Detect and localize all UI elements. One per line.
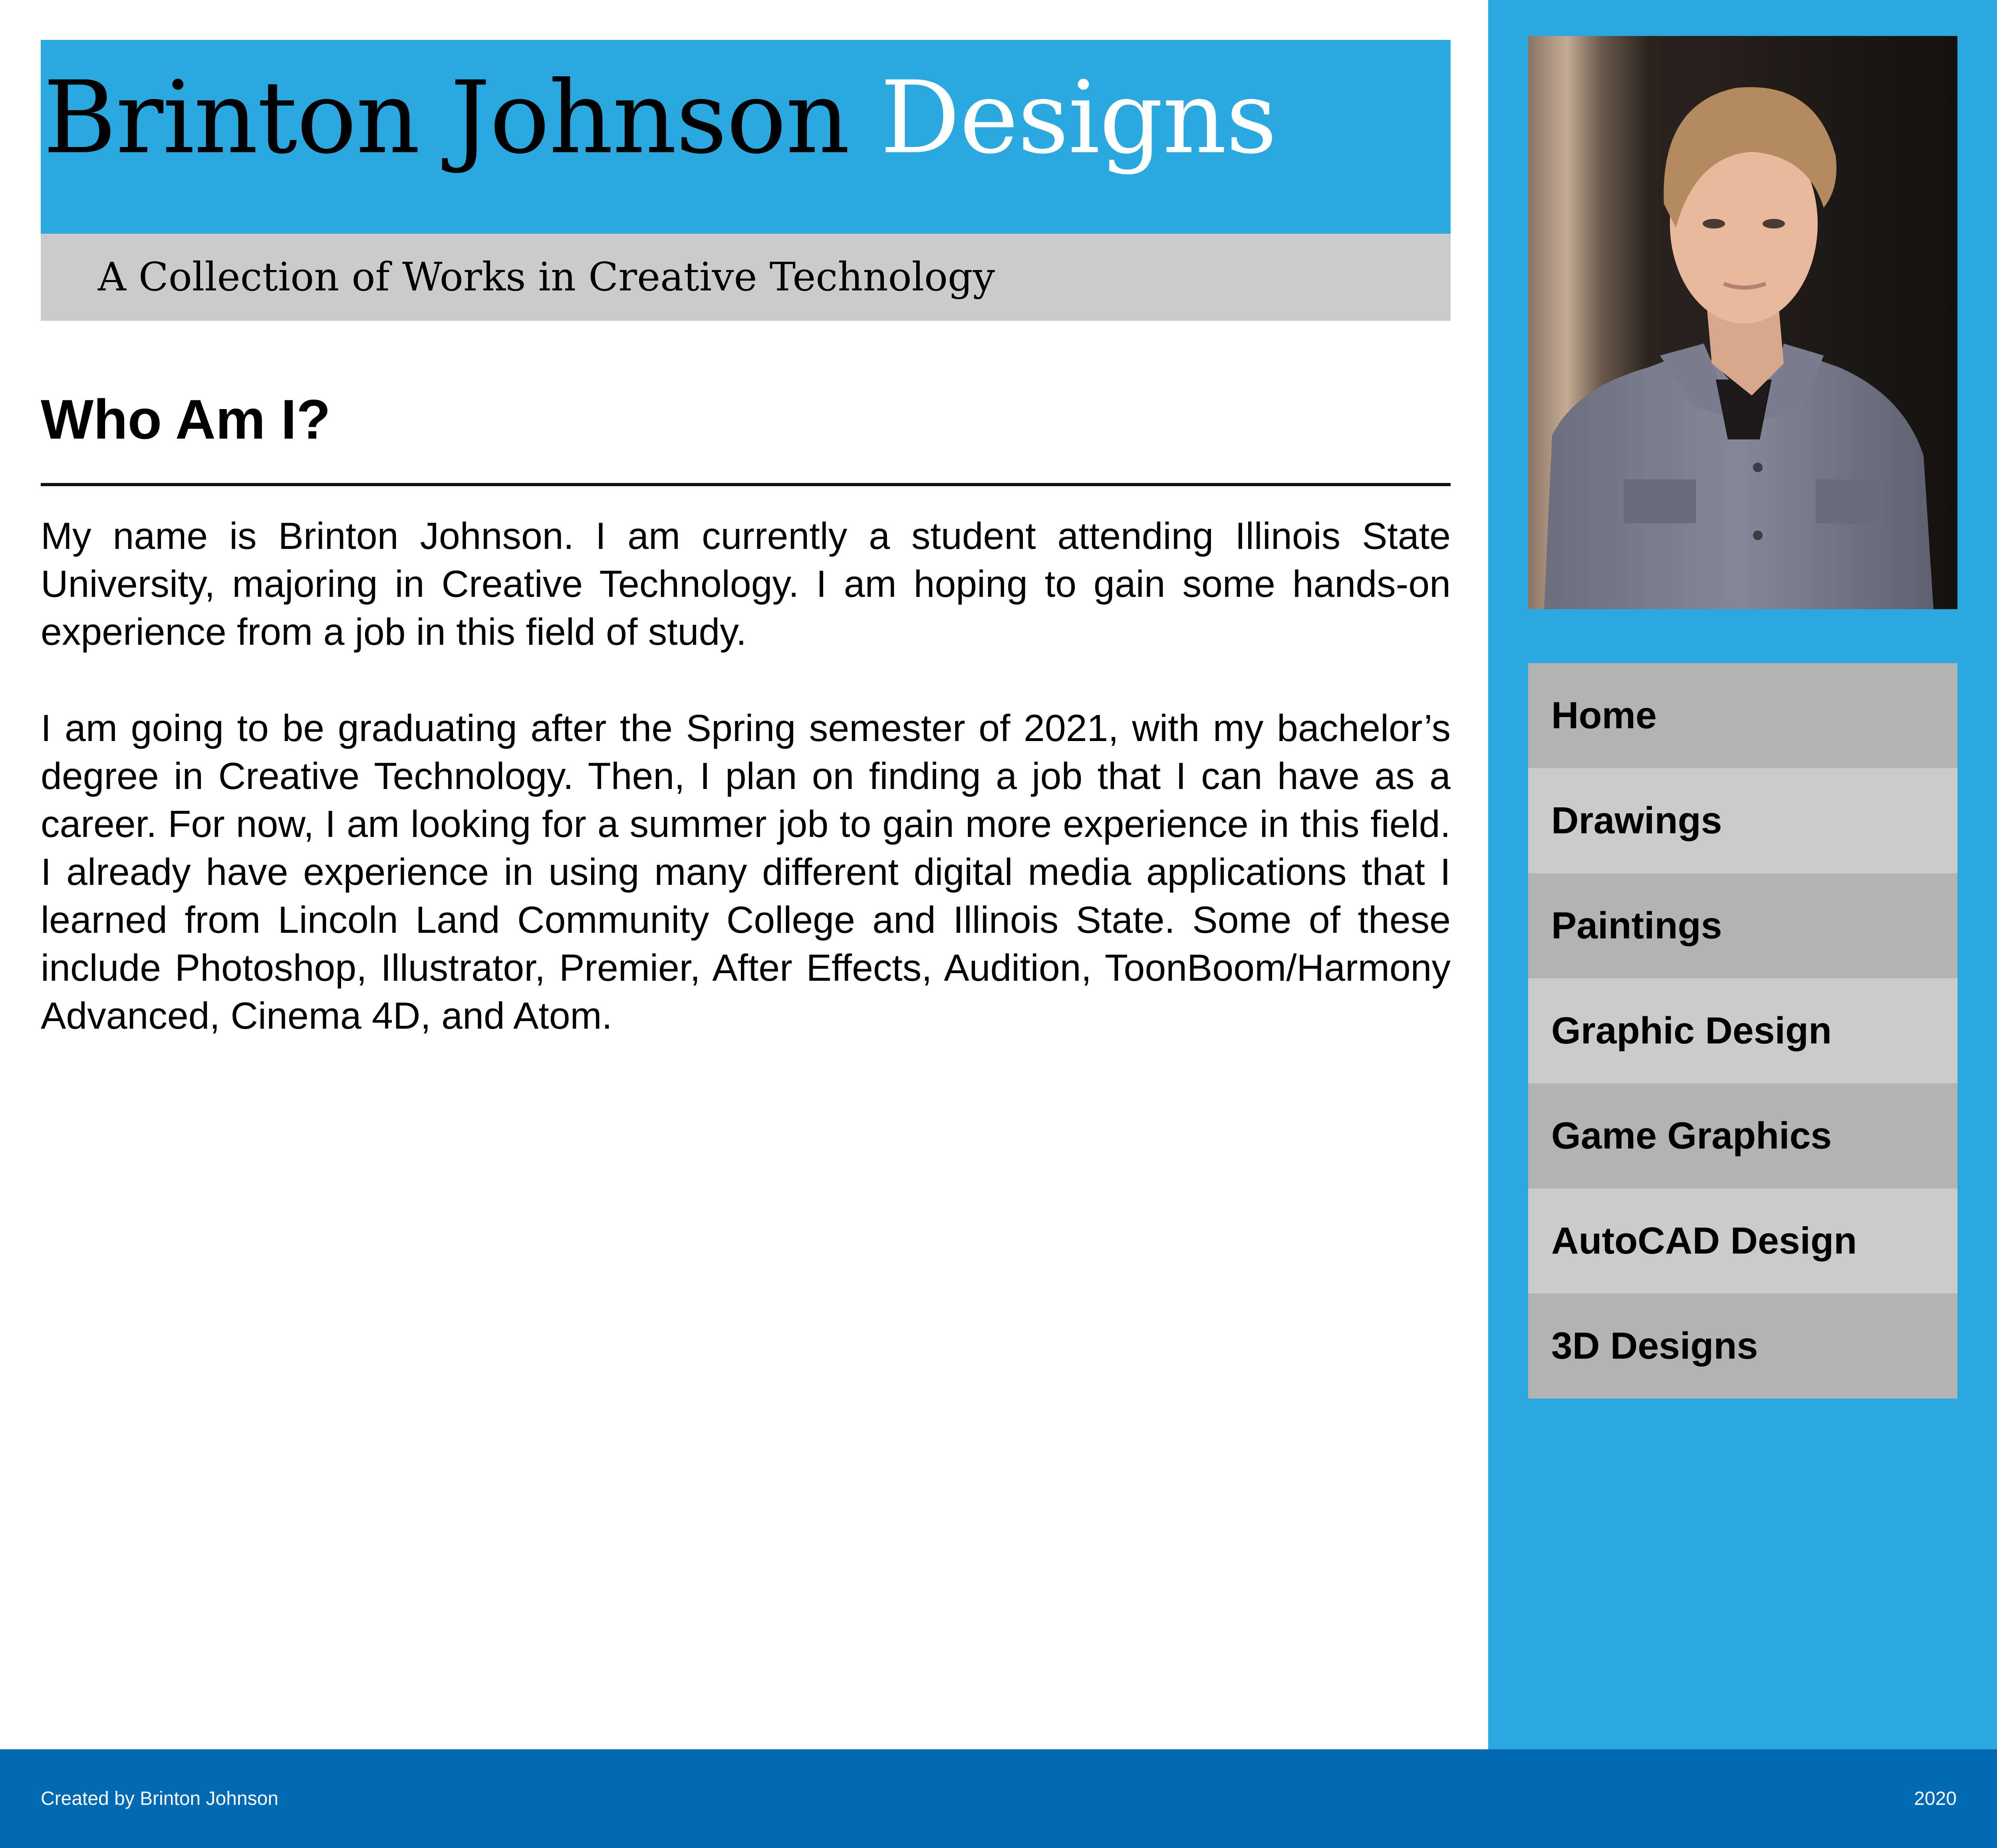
intro-paragraph: My name is Brinton Johnson. I am current… bbox=[41, 515, 1451, 653]
nav-item-autocad-design[interactable]: AutoCAD Design bbox=[1528, 1188, 1957, 1294]
footer-year: 2020 bbox=[1914, 1788, 1957, 1809]
nav-item-game-graphics[interactable]: Game Graphics bbox=[1528, 1083, 1957, 1188]
footer: Created by Brinton Johnson 2020 bbox=[0, 1749, 1997, 1848]
site-subtitle: A Collection of Works in Creative Techno… bbox=[98, 254, 995, 300]
nav-item-paintings[interactable]: Paintings bbox=[1528, 873, 1957, 978]
main-nav: Home Drawings Paintings Graphic Design G… bbox=[1528, 663, 1957, 1399]
nav-item-drawings[interactable]: Drawings bbox=[1528, 768, 1957, 873]
site-title: Brinton Johnson Designs bbox=[43, 68, 1277, 168]
nav-item-graphic-design[interactable]: Graphic Design bbox=[1528, 978, 1957, 1083]
nav-item-home[interactable]: Home bbox=[1528, 663, 1957, 768]
site-title-name: Brinton Johnson bbox=[43, 60, 850, 176]
career-paragraph: I am going to be graduating after the Sp… bbox=[41, 707, 1451, 1037]
profile-photo bbox=[1528, 36, 1957, 609]
section-heading: Who Am I? bbox=[41, 388, 331, 451]
heading-divider bbox=[41, 483, 1451, 486]
nav-item-3d-designs[interactable]: 3D Designs bbox=[1528, 1294, 1957, 1399]
footer-credit: Created by Brinton Johnson bbox=[41, 1788, 279, 1809]
subtitle-bar: A Collection of Works in Creative Techno… bbox=[41, 234, 1451, 321]
site-title-accent: Designs bbox=[880, 60, 1277, 176]
sidebar: Home Drawings Paintings Graphic Design G… bbox=[1488, 0, 1997, 1749]
